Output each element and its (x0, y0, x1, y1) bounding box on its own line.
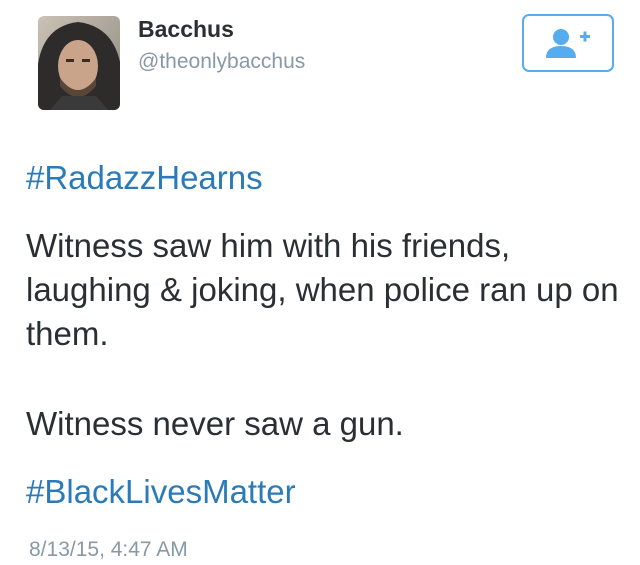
follow-button[interactable] (522, 14, 614, 72)
tweet-timestamp[interactable]: 8/13/15, 4:47 AM (29, 538, 188, 562)
user-name[interactable]: Bacchus (138, 16, 234, 43)
hashtag-blacklivesmatter[interactable]: #BlackLivesMatter (26, 470, 296, 514)
hashtag-radazzhearns[interactable]: #RadazzHearns (26, 156, 263, 200)
tweet-paragraph: Witness never saw a gun. (26, 405, 404, 442)
avatar-photo (38, 16, 120, 110)
user-handle[interactable]: @theonlybacchus (138, 50, 305, 74)
follow-user-plus-icon (546, 29, 590, 58)
tweet-paragraph: Witness saw him with his friends, laughi… (26, 227, 619, 352)
avatar[interactable] (38, 16, 120, 110)
